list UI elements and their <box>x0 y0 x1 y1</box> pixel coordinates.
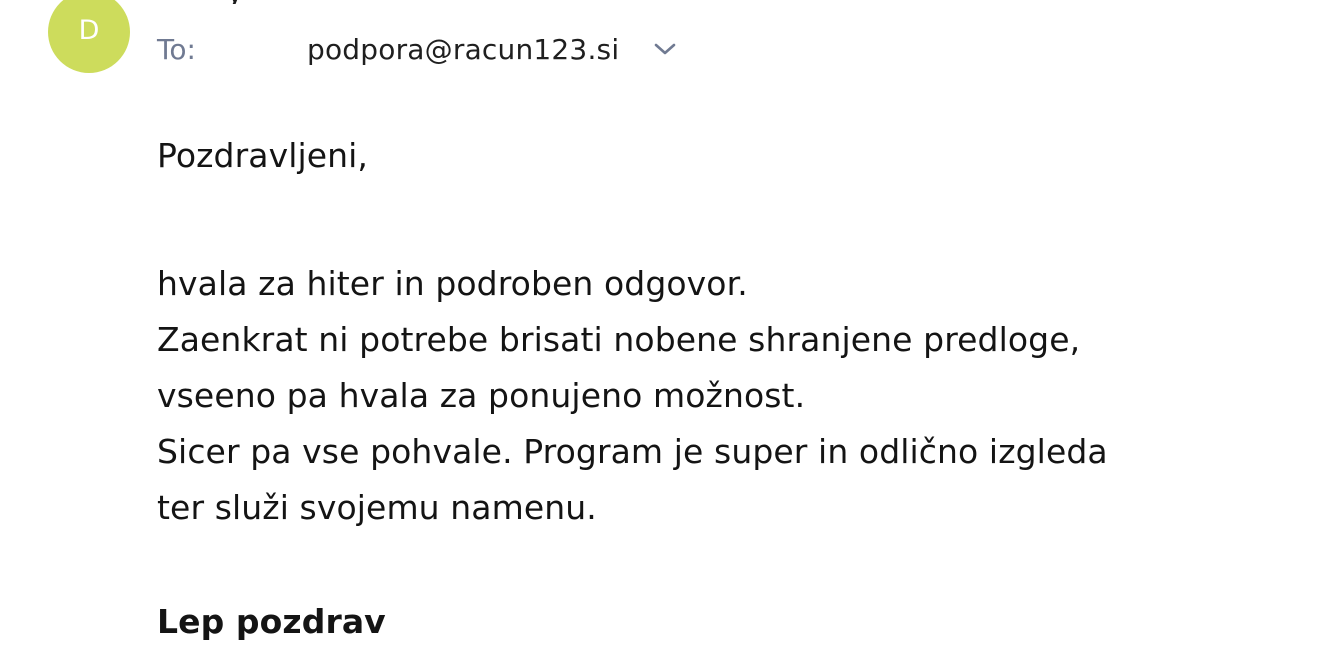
recipient-address[interactable]: podpora@racun123.si <box>307 33 619 66</box>
chevron-down-icon[interactable] <box>653 39 679 59</box>
sender-name-fragment: y <box>226 0 266 4</box>
message-body: Pozdravljeni, hvala za hiter in podroben… <box>157 128 1297 650</box>
avatar-letter: D <box>78 15 100 46</box>
message-line: Zaenkrat ni potrebe brisati nobene shran… <box>157 320 1081 359</box>
recipient-row: To: podpora@racun123.si <box>157 30 679 68</box>
to-label: To: <box>157 32 196 66</box>
sender-avatar[interactable]: D <box>48 0 130 73</box>
message-line: hvala za hiter in podroben odgovor. <box>157 264 748 303</box>
message-line: vseeno pa hvala za ponujeno možnost. <box>157 376 806 415</box>
message-line: Sicer pa vse pohvale. Program je super i… <box>157 432 1108 471</box>
signature-line: Lep pozdrav <box>157 602 386 641</box>
greeting-line: Pozdravljeni, <box>157 136 369 175</box>
message-line: ter služi svojemu namenu. <box>157 488 597 527</box>
